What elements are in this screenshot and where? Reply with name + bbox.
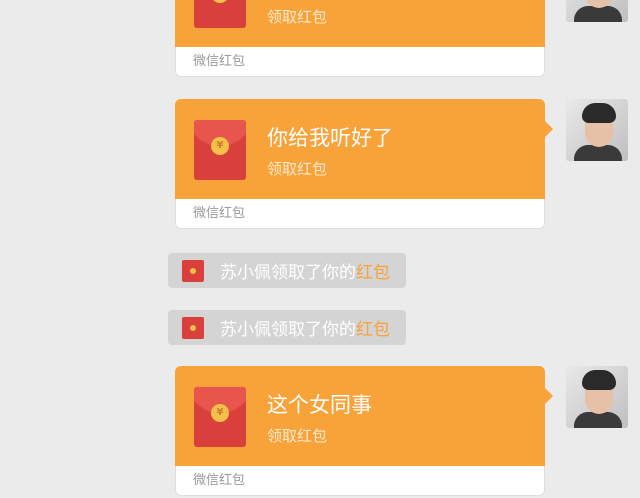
red-packet-card[interactable]: ¥ 你给我听好了 领取红包 微信红包 [175,99,553,229]
red-packet-footer: 微信红包 [175,466,545,496]
red-envelope-icon: ¥ [194,120,246,180]
red-packet-card-body[interactable]: ¥ 这个女同事 领取红包 [175,366,553,466]
red-envelope-icon [182,259,204,282]
red-packet-claim-label: 领取红包 [267,160,328,178]
red-packet-claim-label: 领取红包 [267,8,328,26]
yuan-coin-icon: ¥ [211,137,229,155]
red-packet-card-body[interactable]: ¥ 领取红包 [175,0,545,47]
red-packet-card-body[interactable]: ¥ 你给我听好了 领取红包 [175,99,553,199]
red-packet-link[interactable]: 红包 [356,315,390,340]
bubble-tail [545,388,553,404]
red-packet-card[interactable]: ¥ 这个女同事 领取红包 微信红包 [175,366,553,496]
red-packet-claimed-notice: 苏小佩领取了你的 红包 [168,253,406,288]
bubble-tail [545,121,553,137]
yuan-coin-icon: ¥ [211,404,229,422]
avatar[interactable] [566,99,628,161]
red-envelope-icon [182,316,204,339]
notice-text: 苏小佩领取了你的 [220,263,356,283]
red-packet-message: 这个女同事 [267,393,372,417]
red-packet-claimed-notice: 苏小佩领取了你的 红包 [168,310,406,345]
red-packet-claim-label: 领取红包 [267,427,328,445]
red-envelope-icon: ¥ [194,387,246,447]
red-packet-footer: 微信红包 [175,47,545,77]
avatar[interactable] [566,0,628,22]
red-envelope-icon: ¥ [194,0,246,28]
red-packet-message: 你给我听好了 [267,126,393,150]
yuan-coin-icon: ¥ [211,0,229,3]
notice-text: 苏小佩领取了你的 [220,320,356,340]
red-packet-footer: 微信红包 [175,199,545,229]
avatar[interactable] [566,366,628,428]
red-packet-link[interactable]: 红包 [356,258,390,283]
red-packet-card[interactable]: ¥ 领取红包 微信红包 [175,0,545,77]
